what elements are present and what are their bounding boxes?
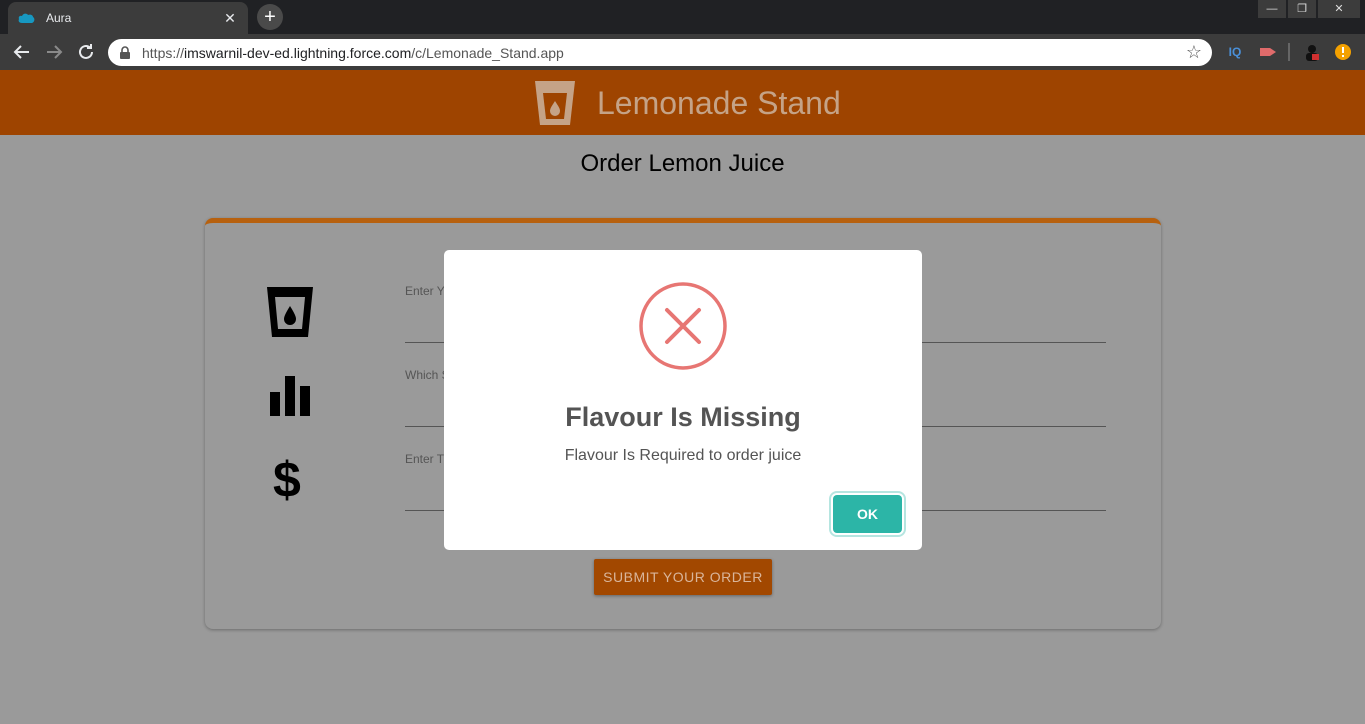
tab-title: Aura <box>46 11 72 25</box>
forward-arrow-icon[interactable] <box>42 40 66 64</box>
reload-icon[interactable] <box>74 40 98 64</box>
alert-extension-icon[interactable] <box>1334 43 1352 61</box>
iq-extension-icon[interactable]: IQ <box>1226 43 1244 61</box>
video-extension-icon[interactable] <box>1258 43 1278 61</box>
bookmark-star-icon[interactable]: ☆ <box>1186 42 1202 63</box>
field-underline[interactable] <box>405 342 444 343</box>
lock-icon <box>120 45 130 59</box>
field-underline[interactable] <box>405 510 444 511</box>
field-underline[interactable] <box>922 510 1106 511</box>
url-text: https://imswarnil-dev-ed.lightning.force… <box>142 44 564 61</box>
browser-tab-bar: Aura ✕ + — ❐ ✕ <box>0 0 1365 34</box>
tab-close-icon[interactable]: ✕ <box>222 10 238 27</box>
window-close-button[interactable]: ✕ <box>1318 0 1360 18</box>
salesforce-cloud-icon <box>18 13 35 23</box>
minimize-button[interactable]: — <box>1258 0 1286 18</box>
app-header: Lemonade Stand <box>0 70 1365 135</box>
field-underline[interactable] <box>922 426 1106 427</box>
app-title: Lemonade Stand <box>597 85 841 121</box>
page-title: Order Lemon Juice <box>580 150 785 177</box>
field-label-total: Enter T <box>405 452 445 466</box>
toolbar-divider <box>1288 43 1290 61</box>
dollar-icon: $ <box>273 452 301 508</box>
submit-order-button[interactable]: SUBMIT YOUR ORDER <box>594 559 772 595</box>
field-underline[interactable] <box>922 342 1106 343</box>
error-x-icon <box>639 282 727 370</box>
dialog-title: Flavour Is Missing <box>565 402 801 432</box>
ok-button[interactable]: OK <box>833 495 902 533</box>
bar-chart-icon <box>270 376 310 416</box>
new-tab-button[interactable]: + <box>257 4 283 30</box>
field-underline[interactable] <box>405 426 444 427</box>
profile-extension-icon[interactable] <box>1302 43 1322 61</box>
browser-toolbar: https://imswarnil-dev-ed.lightning.force… <box>0 34 1365 70</box>
back-arrow-icon[interactable] <box>10 40 34 64</box>
cup-icon <box>267 287 313 337</box>
window-controls: — ❐ ✕ <box>1256 0 1360 18</box>
field-label-name: Enter Y <box>405 284 445 298</box>
dialog-message: Flavour Is Required to order juice <box>564 447 802 464</box>
browser-tab[interactable]: Aura ✕ <box>8 2 248 34</box>
error-dialog: Flavour Is Missing Flavour Is Required t… <box>444 250 922 550</box>
lemonade-cup-logo-icon <box>535 81 575 125</box>
restore-button[interactable]: ❐ <box>1288 0 1316 18</box>
address-bar[interactable]: https://imswarnil-dev-ed.lightning.force… <box>108 39 1212 66</box>
field-label-size: Which S <box>405 368 450 382</box>
